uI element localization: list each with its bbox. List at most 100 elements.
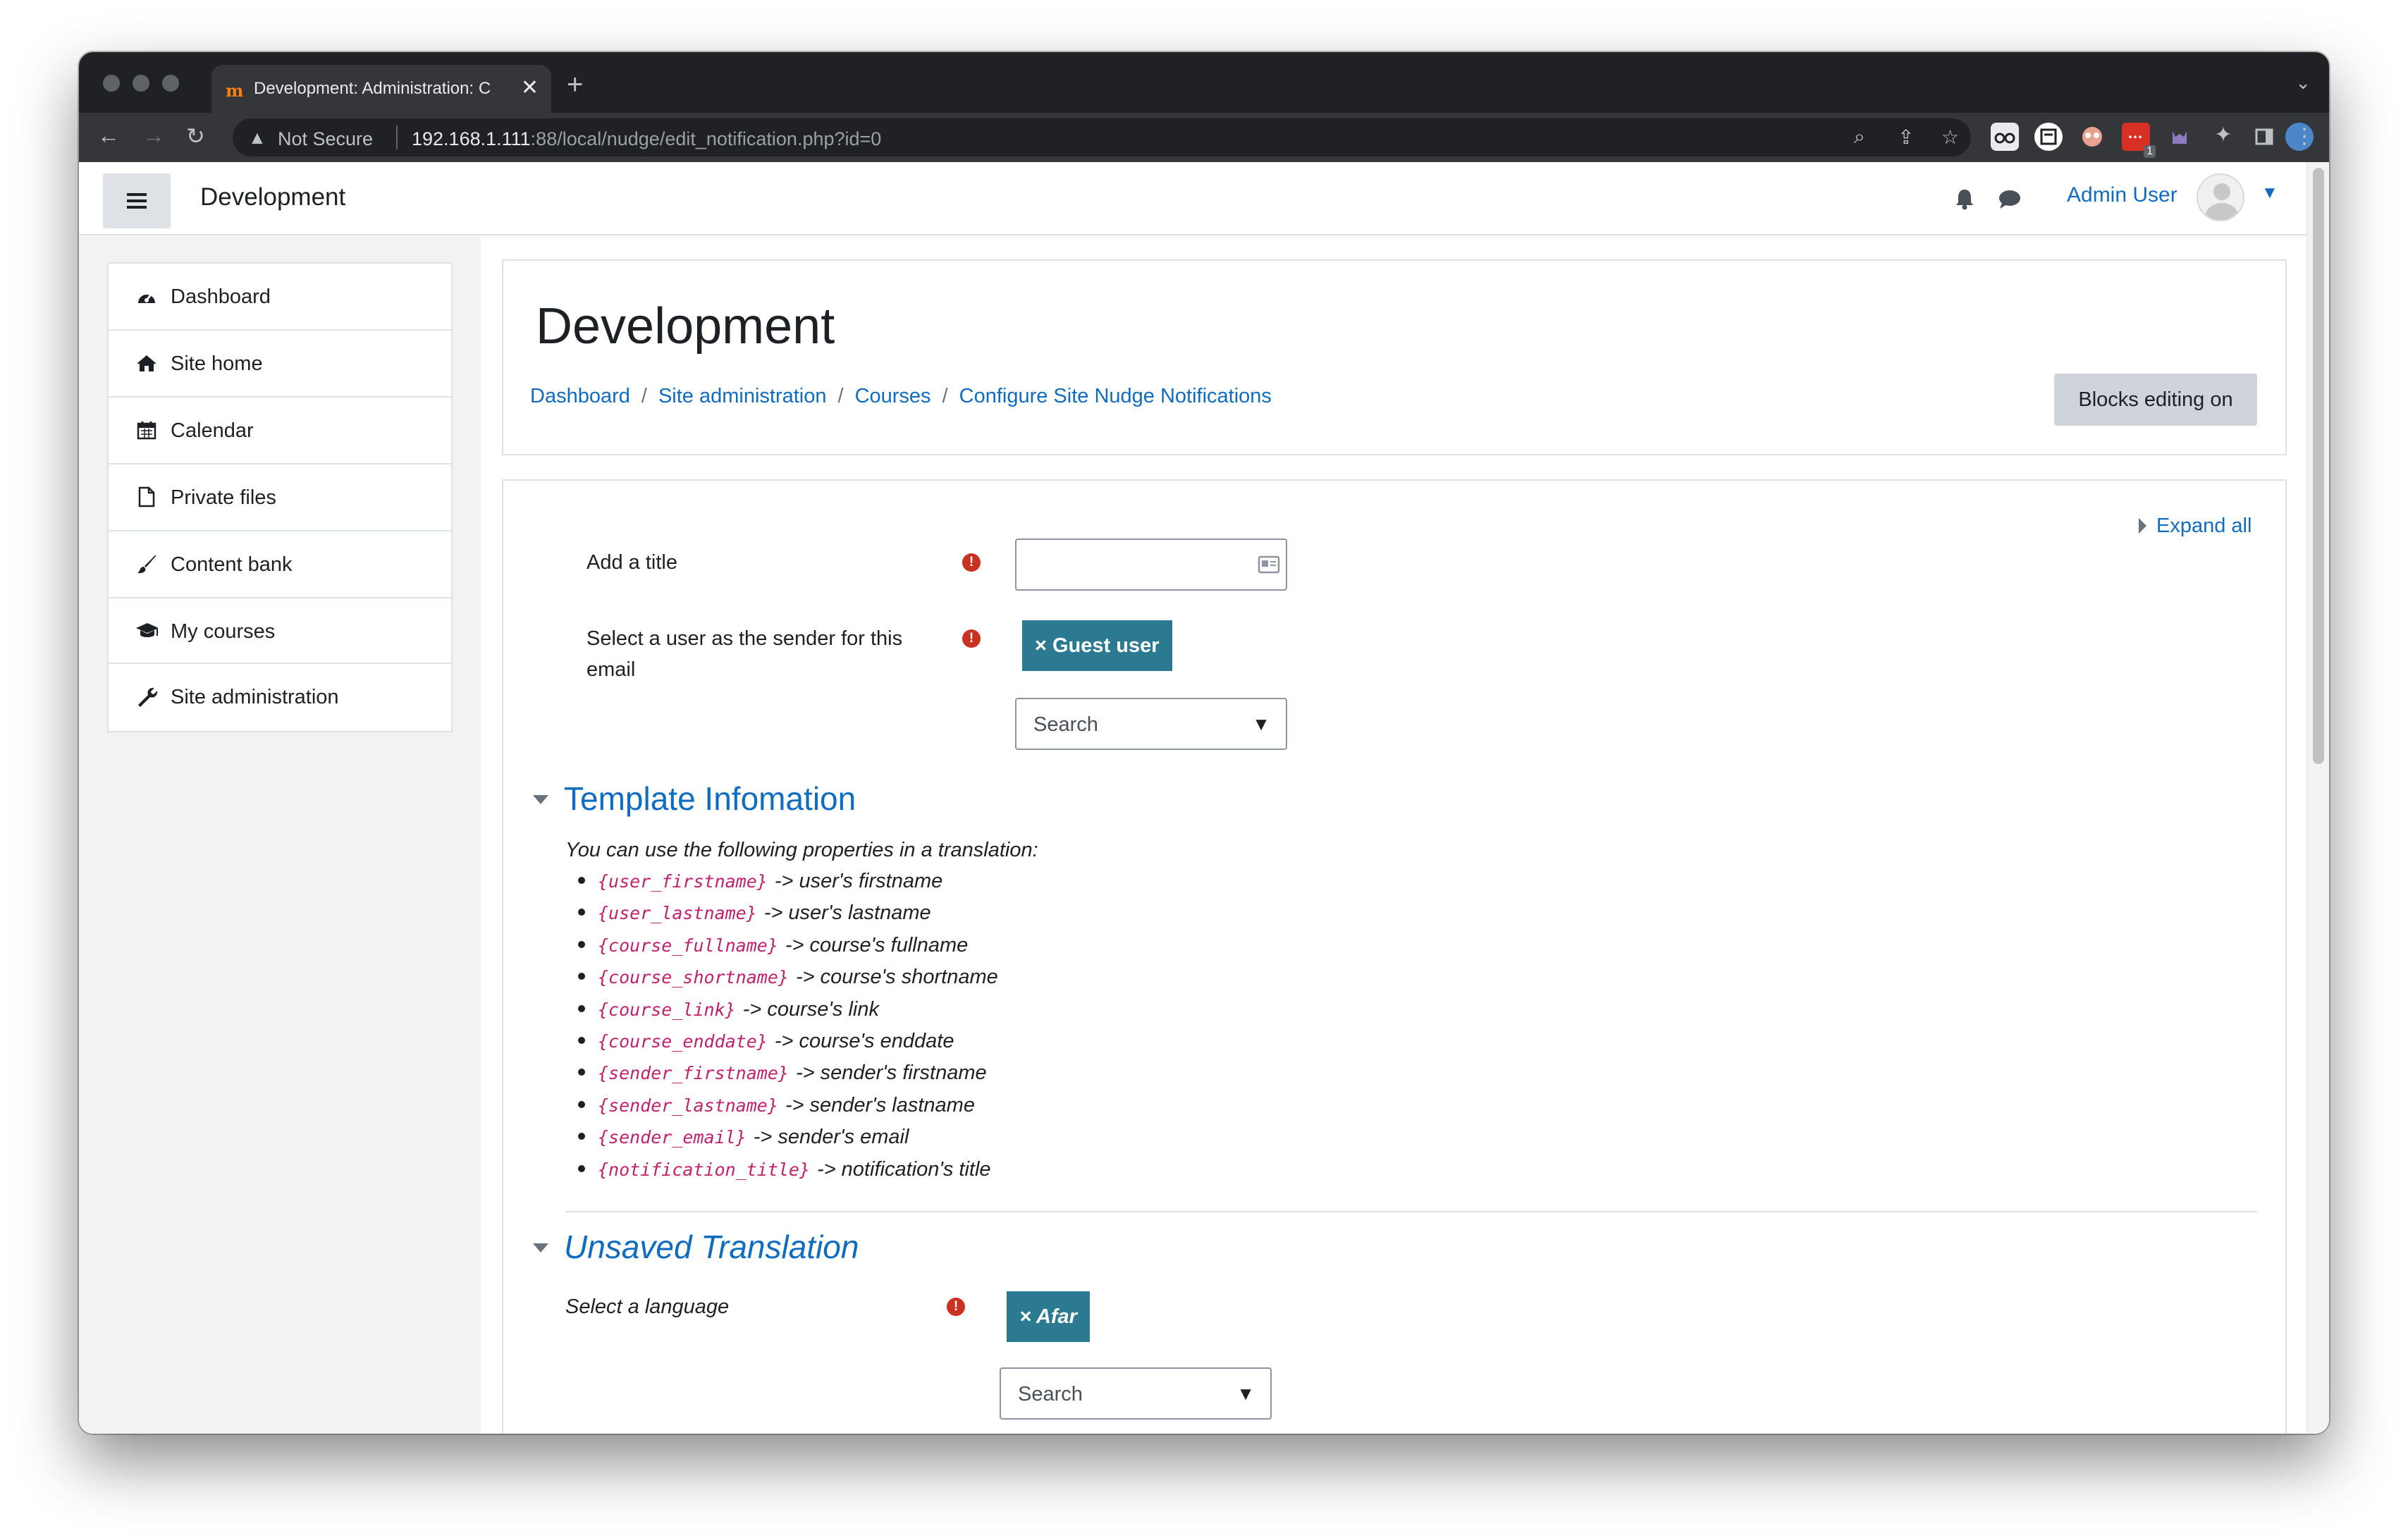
list-item: {sender_firstname} -> sender's firstname xyxy=(578,1062,998,1093)
template-intro: You can use the following properties in … xyxy=(565,839,1038,861)
share-icon[interactable]: ⇪ xyxy=(1898,125,1914,149)
browser-menu-icon[interactable]: ⋮ xyxy=(2294,124,2315,149)
required-icon: ! xyxy=(947,1298,965,1316)
list-item: {user_firstname} -> user's firstname xyxy=(578,870,998,902)
window-close-dot[interactable] xyxy=(103,75,120,92)
graduation-cap-icon xyxy=(135,620,158,642)
form-card: Expand all Add a title ! Select a user a… xyxy=(502,479,2287,1434)
section-divider xyxy=(565,1211,2257,1212)
nav-drawer-admin-group: Site administration xyxy=(107,663,453,732)
moodle-page: Development Admin User ▼ Dashboard Site … xyxy=(79,162,2329,1434)
home-icon xyxy=(135,352,158,374)
messages-chat-icon[interactable] xyxy=(1998,189,2022,210)
user-menu-caret-icon[interactable]: ▼ xyxy=(2261,183,2278,203)
extensions-puzzle-icon[interactable]: ✦ xyxy=(2209,123,2237,151)
title-label: Add a title xyxy=(586,551,677,574)
required-icon: ! xyxy=(962,629,981,648)
file-icon xyxy=(135,486,158,508)
brush-icon xyxy=(135,553,158,575)
dashboard-icon xyxy=(135,285,158,307)
title-input[interactable] xyxy=(1015,539,1287,591)
sender-label: Select a user as the sender for this ema… xyxy=(586,627,903,681)
nav-item-site-home[interactable]: Site home xyxy=(109,331,451,398)
language-search-select[interactable]: Search ▼ xyxy=(1000,1367,1272,1420)
blocks-editing-button[interactable]: Blocks editing on xyxy=(2054,374,2257,426)
moodle-favicon-icon: m xyxy=(226,80,244,101)
top-navbar: Development Admin User ▼ xyxy=(79,162,2306,235)
nav-item-site-administration[interactable]: Site administration xyxy=(109,664,451,731)
calendar-icon xyxy=(135,419,158,441)
warning-icon: ▲ xyxy=(248,127,266,148)
notifications-bell-icon[interactable] xyxy=(1954,187,1975,210)
drawer-toggle-button[interactable] xyxy=(103,173,171,228)
contact-card-icon xyxy=(1258,555,1280,574)
breadcrumb-courses[interactable]: Courses xyxy=(855,385,931,407)
browser-window: m Development: Administration: C ✕ + ⌄ ←… xyxy=(79,52,2329,1434)
page-scrollbar[interactable] xyxy=(2306,162,2329,1434)
dropdown-arrow-icon: ▼ xyxy=(1236,1383,1255,1404)
user-menu-name[interactable]: Admin User xyxy=(2067,183,2177,207)
tab-strip: m Development: Administration: C ✕ + ⌄ xyxy=(79,52,2329,113)
extension-document-icon[interactable] xyxy=(2034,123,2063,151)
security-label: Not Secure xyxy=(278,128,374,149)
address-bar[interactable]: ▲ Not Secure 192.168.1.111:88/local/nudg… xyxy=(233,118,1971,156)
language-chip-afar[interactable]: × Afar xyxy=(1007,1291,1090,1342)
nav-drawer-main-group: Dashboard Site home Calendar Private fil… xyxy=(107,262,453,667)
window-minimize-dot[interactable] xyxy=(133,75,149,92)
extension-face-icon[interactable] xyxy=(2078,123,2106,151)
browser-toolbar: ← → ↻ ▲ Not Secure 192.168.1.111:88/loca… xyxy=(79,113,2329,162)
user-avatar[interactable] xyxy=(2197,173,2244,221)
list-item: {course_shortname} -> course's shortname xyxy=(578,966,998,997)
back-icon[interactable]: ← xyxy=(97,123,120,149)
expand-caret-icon xyxy=(2139,518,2146,534)
extension-cat-icon[interactable] xyxy=(2166,123,2194,151)
nav-item-private-files[interactable]: Private files xyxy=(109,465,451,531)
tab-search-chevron-icon[interactable]: ⌄ xyxy=(2295,72,2311,94)
bookmark-star-icon[interactable]: ☆ xyxy=(1941,125,1959,149)
url-text[interactable]: 192.168.1.111:88/local/nudge/edit_notifi… xyxy=(412,128,881,150)
title-field[interactable] xyxy=(1025,540,1236,586)
nav-drawer: Dashboard Site home Calendar Private fil… xyxy=(79,237,481,1434)
nav-item-calendar[interactable]: Calendar xyxy=(109,398,451,465)
wrench-icon xyxy=(135,685,158,708)
list-item: {course_link} -> course's link xyxy=(578,998,998,1030)
scrollbar-thumb[interactable] xyxy=(2313,168,2324,764)
breadcrumb-site-administration[interactable]: Site administration xyxy=(658,385,827,407)
dropdown-arrow-icon: ▼ xyxy=(1252,713,1270,734)
nav-item-content-bank[interactable]: Content bank xyxy=(109,531,451,598)
browser-tab[interactable]: m Development: Administration: C ✕ xyxy=(211,65,551,113)
collapse-caret-icon xyxy=(533,795,548,804)
reload-icon[interactable]: ↻ xyxy=(186,123,205,149)
page-header-card: Development Dashboard / Site administratio… xyxy=(502,259,2287,455)
window-zoom-dot[interactable] xyxy=(162,75,179,92)
list-item: {user_lastname} -> user's lastname xyxy=(578,902,998,933)
collapse-caret-icon xyxy=(533,1243,548,1253)
list-item: {notification_title} -> notification's ti… xyxy=(578,1158,998,1190)
forward-icon[interactable]: → xyxy=(142,123,165,149)
nav-item-dashboard[interactable]: Dashboard xyxy=(109,264,451,331)
unsaved-translation-section-toggle[interactable]: Unsaved Translation xyxy=(533,1228,859,1266)
sender-chip-guest-user[interactable]: × Guest user xyxy=(1022,620,1172,671)
list-item: {course_enddate} -> course's enddate xyxy=(578,1030,998,1062)
list-item: {sender_email} -> sender's email xyxy=(578,1126,998,1157)
nav-item-my-courses[interactable]: My courses xyxy=(109,598,451,665)
breadcrumb-configure-nudge[interactable]: Configure Site Nudge Notifications xyxy=(959,385,1272,407)
list-item: {sender_lastname} -> sender's lastname xyxy=(578,1094,998,1126)
new-tab-icon[interactable]: + xyxy=(567,69,583,101)
extension-badge-icon[interactable]: … 1 xyxy=(2122,123,2156,158)
language-label: Select a language xyxy=(565,1296,730,1318)
site-name[interactable]: Development xyxy=(200,183,345,211)
zoom-icon[interactable]: ⌕ xyxy=(1854,125,1865,149)
side-panel-icon[interactable] xyxy=(2250,123,2278,151)
property-list: {user_firstname} -> user's firstname {use… xyxy=(578,870,998,1190)
tab-close-icon[interactable]: ✕ xyxy=(521,75,539,100)
extension-glasses-icon[interactable] xyxy=(1991,123,2019,151)
expand-all-link[interactable]: Expand all xyxy=(2139,515,2252,538)
list-item: {course_fullname} -> course's fullname xyxy=(578,934,998,966)
required-icon: ! xyxy=(962,553,981,572)
breadcrumb: Dashboard / Site administration / Courses / Co… xyxy=(530,385,1272,407)
breadcrumb-dashboard[interactable]: Dashboard xyxy=(530,385,630,407)
tab-title: Development: Administration: C xyxy=(254,79,491,98)
template-information-section-toggle[interactable]: Template Infomation xyxy=(533,780,856,818)
sender-search-select[interactable]: Search ▼ xyxy=(1015,698,1287,750)
